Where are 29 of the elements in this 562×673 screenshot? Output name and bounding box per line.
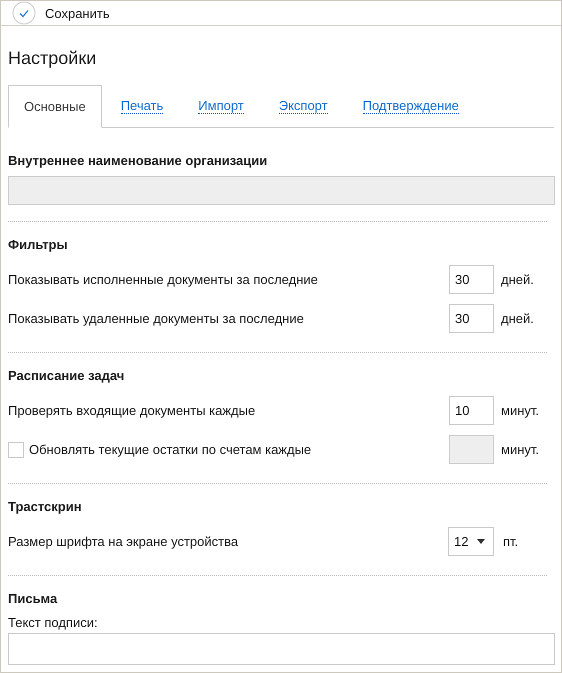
section-heading: Внутреннее наименование организации (8, 152, 268, 170)
unit-label: пт. (503, 534, 520, 549)
tab[interactable]: Подтверждение (348, 85, 474, 127)
setting-label: Проверять входящие документы каждые (8, 403, 256, 418)
section-heading: Фильтры (8, 236, 69, 254)
signature-field[interactable] (8, 633, 555, 665)
tab[interactable]: Печать (106, 85, 178, 127)
setting-label: Показывать исполненные документы за последние (8, 272, 319, 287)
tab[interactable]: Импорт (183, 85, 259, 127)
setting-label: Размер шрифта на экране устройства (8, 534, 240, 549)
setting-label: Обновлять текущие остатки по счетам каждые (29, 442, 312, 457)
unit-label: минут. (501, 403, 540, 418)
caret-icon (477, 539, 485, 544)
number-field[interactable]: 10 (449, 396, 494, 425)
unit-label: минут. (501, 442, 540, 457)
field-label: Текст подписи: (8, 614, 99, 632)
tab[interactable]: Основные (8, 85, 102, 128)
section-heading: Расписание задач (8, 367, 126, 385)
save-button[interactable]: Сохранить (12, 1, 110, 25)
page-title: Настройки (8, 47, 98, 70)
unit-label: дней. (501, 311, 535, 326)
number-field[interactable]: 30 (449, 304, 494, 333)
section-heading: Трастскрин (8, 498, 83, 516)
unit-label: дней. (501, 272, 535, 287)
setting-label: Показывать удаленные документы за последние (8, 311, 305, 326)
tab[interactable]: Экспорт (264, 85, 343, 127)
font-size-dropdown[interactable]: 12 (448, 527, 494, 556)
number-field[interactable]: 30 (449, 265, 494, 294)
section-heading: Письма (8, 590, 58, 608)
